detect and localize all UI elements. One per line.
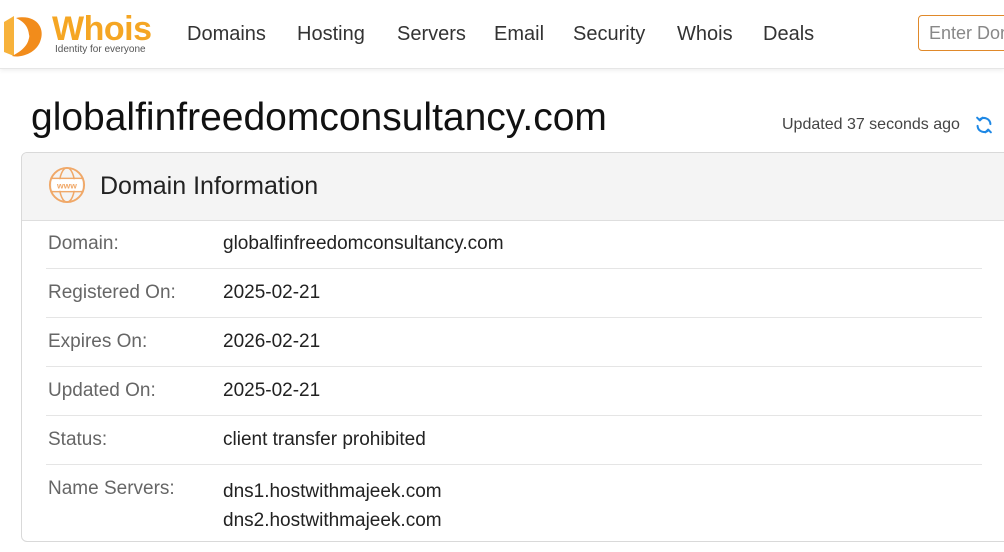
row-label: Updated On: [48, 380, 156, 401]
row-value: client transfer prohibited [223, 429, 426, 450]
nav-servers[interactable]: Servers [397, 22, 466, 46]
row-label: Status: [48, 429, 108, 450]
card-title: Domain Information [100, 172, 319, 200]
page-title: globalfinfreedomconsultancy.com [31, 96, 607, 139]
updated-timestamp: Updated 37 seconds ago [782, 116, 960, 133]
nav-whois[interactable]: Whois [677, 22, 733, 46]
row-value: 2025-02-21 [223, 380, 321, 401]
row-label: Registered On: [48, 282, 176, 303]
site-header: Whois Identity for everyone Domains Host… [0, 0, 1004, 69]
info-row-updated: Updated On: 2025-02-21 [46, 367, 982, 416]
info-row-registered: Registered On: 2025-02-21 [46, 269, 982, 318]
logo-wordmark: Whois [52, 10, 152, 48]
domain-information-card: www Domain Information Domain: globalfin… [21, 152, 1004, 542]
row-label: Domain: [48, 233, 119, 254]
row-label: Name Servers: [48, 478, 175, 499]
card-header: www Domain Information [22, 153, 1004, 221]
nav-hosting[interactable]: Hosting [297, 22, 365, 46]
logo-tagline: Identity for everyone [55, 44, 146, 55]
row-value: 2026-02-21 [223, 331, 321, 352]
refresh-icon[interactable] [973, 114, 995, 136]
name-server-1: dns1.hostwithmajeek.com [223, 481, 442, 502]
info-row-expires: Expires On: 2026-02-21 [46, 318, 982, 367]
info-row-domain: Domain: globalfinfreedomconsultancy.com [46, 220, 982, 269]
logo-icon [4, 16, 42, 57]
nav-security[interactable]: Security [573, 22, 645, 46]
svg-text:www: www [56, 180, 77, 190]
name-server-list: dns1.hostwithmajeek.com dns2.hostwithmaj… [223, 477, 442, 535]
row-value: 2025-02-21 [223, 282, 321, 303]
row-label: Expires On: [48, 331, 148, 352]
info-row-name-servers: Name Servers: dns1.hostwithmajeek.com dn… [46, 465, 982, 541]
name-server-2: dns2.hostwithmajeek.com [223, 510, 442, 531]
domain-search-input[interactable] [918, 15, 1004, 51]
row-value: globalfinfreedomconsultancy.com [223, 233, 504, 254]
nav-email[interactable]: Email [494, 22, 544, 46]
whois-logo[interactable]: Whois Identity for everyone [0, 8, 160, 60]
nav-deals[interactable]: Deals [763, 22, 814, 46]
nav-domains[interactable]: Domains [187, 22, 266, 46]
info-row-status: Status: client transfer prohibited [46, 416, 982, 465]
www-globe-icon: www [48, 166, 86, 204]
